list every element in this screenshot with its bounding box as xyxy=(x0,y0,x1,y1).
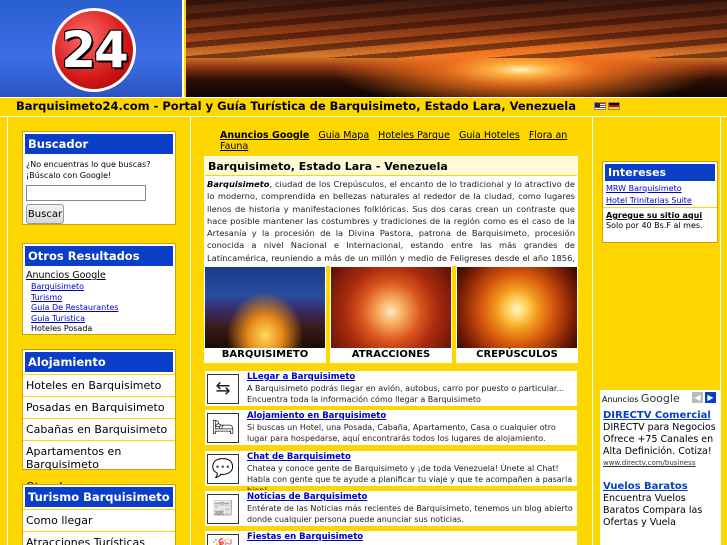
chat-icon[interactable]: 💬 xyxy=(207,454,239,484)
header: 24 xyxy=(0,0,727,97)
photo-caption: CREPÚSCULOS xyxy=(476,349,558,360)
divider xyxy=(7,117,8,545)
intro-box: Barquisimeto, Estado Lara - Venezuela Ba… xyxy=(204,156,578,266)
google-logo: Google xyxy=(640,392,680,405)
intereses-link[interactable]: Hotel Trinitarias Suite xyxy=(603,195,717,207)
divider xyxy=(720,117,721,545)
bed-icon[interactable]: 🛏 xyxy=(207,413,239,443)
feature-title[interactable]: Chat de Barquisimeto xyxy=(247,452,351,462)
feature-chat: 💬 Chat de Barquisimeto Chatea y conoce g… xyxy=(204,450,578,495)
agregue-price: Solo por 40 Bs.F al mes. xyxy=(606,221,703,230)
photo-crepusculos[interactable]: CREPÚSCULOS xyxy=(456,266,578,363)
intro-heading: Barquisimeto, Estado Lara - Venezuela xyxy=(205,157,577,176)
feature-llegar: ⇆ LLegar a Barquisimeto A Barquisimeto p… xyxy=(204,370,578,407)
otros-link[interactable]: Guia De Restaurantes xyxy=(23,303,175,314)
feature-title[interactable]: LLegar a Barquisimeto xyxy=(247,372,355,382)
photo-atracciones[interactable]: ATRACCIONES xyxy=(330,266,452,363)
google-ads-label[interactable]: Anuncios Google xyxy=(23,268,175,282)
feature-title[interactable]: Noticias de Barquisimeto xyxy=(247,492,367,502)
news-icon[interactable]: 📰 xyxy=(207,494,239,524)
next-arrow-icon[interactable]: ▶ xyxy=(705,392,716,403)
language-flags xyxy=(594,102,622,115)
nav-link-anuncios[interactable]: Anuncios Google xyxy=(220,130,309,141)
party-icon[interactable]: 🎉 xyxy=(207,534,239,545)
photo-strip: BARQUISIMETO ATRACCIONES CREPÚSCULOS xyxy=(204,266,578,363)
feature-text-line: A Barquisimeto podrás llegar en avión, a… xyxy=(247,384,565,393)
sunset-banner-image xyxy=(186,0,727,97)
otros-resultados-box: Otros Resultados Anuncios Google Barquis… xyxy=(22,243,176,335)
ad-body: Encuentra Vuelos Baratos Compara las Ofe… xyxy=(603,493,703,528)
otros-link[interactable]: Hoteles Posada xyxy=(23,324,175,335)
church-dome-image xyxy=(331,267,451,348)
sunset-image xyxy=(457,267,577,348)
photo-caption: BARQUISIMETO xyxy=(221,349,309,360)
otros-link[interactable]: Barquisimeto xyxy=(23,282,175,293)
ad-title[interactable]: DIRECTV Comercial xyxy=(600,406,720,421)
photo-caption: ATRACCIONES xyxy=(351,349,431,360)
nav-link-guia-mapa[interactable]: Guia Mapa xyxy=(318,130,369,141)
search-hint-line1: ¿No encuentras lo que buscas? xyxy=(26,160,151,169)
divider xyxy=(190,117,191,545)
divider xyxy=(592,117,593,545)
ads-header: Anuncios Google ◀ ▶ xyxy=(600,390,720,406)
feature-fiestas: 🎉 Fiestas en Barquisimeto xyxy=(204,530,578,545)
logo-text: 24 xyxy=(61,21,129,79)
feature-noticias: 📰 Noticias de Barquisimeto Entérate de l… xyxy=(204,490,578,527)
german-flag-icon[interactable] xyxy=(608,102,620,110)
logo[interactable]: 24 xyxy=(0,0,184,97)
site-title: Barquisimeto24.com - Portal y Guía Turís… xyxy=(15,99,577,113)
feature-text: Entérate de las Noticias más recientes d… xyxy=(247,504,573,524)
search-input[interactable] xyxy=(26,185,146,201)
search-button[interactable]: Buscar xyxy=(26,204,64,224)
nav-link-hoteles-parque[interactable]: Hoteles Parque xyxy=(378,130,450,141)
google-ads: Anuncios Google ◀ ▶ DIRECTV Comercial DI… xyxy=(600,390,720,545)
intereses-box: Intereses MRW Barquisimeto Hotel Trinita… xyxy=(602,161,718,243)
ads-label: Anuncios xyxy=(602,395,639,404)
nav-link-guia-hoteles[interactable]: Guia Hoteles xyxy=(459,130,520,141)
road-sign-icon[interactable]: ⇆ xyxy=(207,374,239,404)
nav-links: Anuncios Google Guia Mapa Hoteles Parque… xyxy=(220,130,590,152)
search-heading: Buscador xyxy=(23,132,175,156)
intro-text: Barquisimeto, ciudad de los Crepúsculos,… xyxy=(205,176,577,265)
prev-arrow-icon[interactable]: ◀ xyxy=(692,392,703,403)
otros-link[interactable]: Guia Turistica xyxy=(23,314,175,325)
search-hint: ¿No encuentras lo que buscas? ¡Búscalo c… xyxy=(23,156,175,181)
otros-heading: Otros Resultados xyxy=(23,244,175,268)
search-hint-line2: ¡Búscalo con Google! xyxy=(26,171,112,180)
turismo-item[interactable]: Como llegar xyxy=(23,509,175,531)
intereses-heading: Intereses xyxy=(603,162,717,183)
intereses-link[interactable]: MRW Barquisimeto xyxy=(603,183,717,195)
feature-title[interactable]: Alojamiento en Barquisimeto xyxy=(247,411,386,421)
city-night-image xyxy=(205,267,325,348)
feature-text: Si buscas un Hotel, una Posada, Cabaña, … xyxy=(247,423,556,443)
photo-barquisimeto[interactable]: BARQUISIMETO xyxy=(204,266,326,363)
alojamiento-item[interactable]: Cabañas en Barquisimeto xyxy=(23,418,175,440)
ad-body: DIRECTV para Negocios Ofrece +75 Canales… xyxy=(603,422,716,457)
alojamiento-heading: Alojamiento xyxy=(23,350,175,374)
alojamiento-item[interactable]: Posadas en Barquisimeto xyxy=(23,396,175,418)
agregue-link[interactable]: Agregue su sitio aqui xyxy=(603,207,717,220)
feature-text-line: Encuentra toda la información cómo llega… xyxy=(247,395,481,404)
intro-body: , ciudad de los Crepúsculos, el encanto … xyxy=(207,179,575,263)
intro-lead: Barquisimeto xyxy=(207,179,270,189)
feature-alojamiento: 🛏 Alojamiento en Barquisimeto Si buscas … xyxy=(204,409,578,446)
banner-clouds xyxy=(186,0,727,59)
english-flag-icon[interactable] xyxy=(594,102,606,110)
title-bar: Barquisimeto24.com - Portal y Guía Turís… xyxy=(0,97,727,117)
search-box: Buscador ¿No encuentras lo que buscas? ¡… xyxy=(22,131,176,225)
turismo-box: Turismo Barquisimeto Como llegar Atracci… xyxy=(22,484,176,545)
feature-title[interactable]: Fiestas en Barquisimeto xyxy=(247,532,363,542)
turismo-heading: Turismo Barquisimeto xyxy=(23,485,175,509)
alojamiento-box: Alojamiento Hoteles en Barquisimeto Posa… xyxy=(22,349,176,493)
ad-title[interactable]: Vuelos Baratos xyxy=(600,467,720,492)
turismo-item[interactable]: Atracciones Turísticas xyxy=(23,531,175,545)
alojamiento-item[interactable]: Apartamentos en Barquisimeto xyxy=(23,440,175,475)
feature-text-line: Chatea y conoce gente de Barquisimeto y … xyxy=(247,464,559,473)
otros-link[interactable]: Turismo xyxy=(23,293,175,304)
ad-url[interactable]: www.directv.com/business xyxy=(600,459,720,467)
feature-text: A Barquisimeto podrás llegar en avión, a… xyxy=(247,383,577,405)
alojamiento-item[interactable]: Hoteles en Barquisimeto xyxy=(23,374,175,396)
